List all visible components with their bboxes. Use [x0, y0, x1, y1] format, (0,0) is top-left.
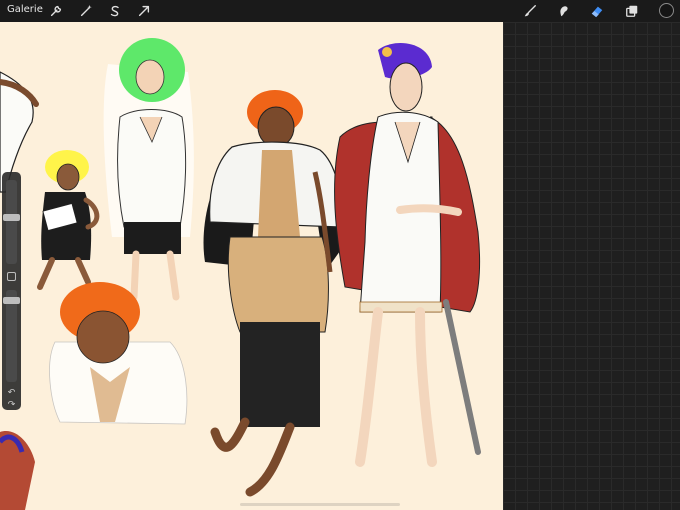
color-picker-button[interactable]	[659, 3, 674, 18]
drawing-canvas[interactable]	[0, 22, 503, 510]
selection-s-icon[interactable]	[105, 1, 125, 21]
layers-icon[interactable]	[622, 1, 642, 21]
undo-icon[interactable]: ↶	[6, 388, 17, 399]
canvas-scroll-indicator	[240, 503, 400, 506]
brush-size-slider[interactable]	[6, 180, 17, 264]
eraser-icon[interactable]	[587, 1, 607, 21]
wrench-icon[interactable]	[46, 1, 66, 21]
redo-icon[interactable]: ↷	[6, 400, 17, 411]
modify-button[interactable]	[7, 272, 16, 281]
transform-arrow-icon[interactable]	[134, 1, 154, 21]
top-toolbar: Galerie	[0, 0, 680, 22]
brush-opacity-thumb[interactable]	[3, 297, 20, 304]
workspace-background	[503, 22, 680, 510]
magic-wand-icon[interactable]	[76, 1, 96, 21]
brush-size-thumb[interactable]	[3, 214, 20, 221]
brush-sidebar: ↶ ↷	[2, 172, 21, 410]
artwork	[0, 38, 481, 510]
gallery-button[interactable]: Galerie	[7, 4, 43, 15]
brush-icon[interactable]	[520, 1, 540, 21]
smudge-icon[interactable]	[553, 1, 573, 21]
